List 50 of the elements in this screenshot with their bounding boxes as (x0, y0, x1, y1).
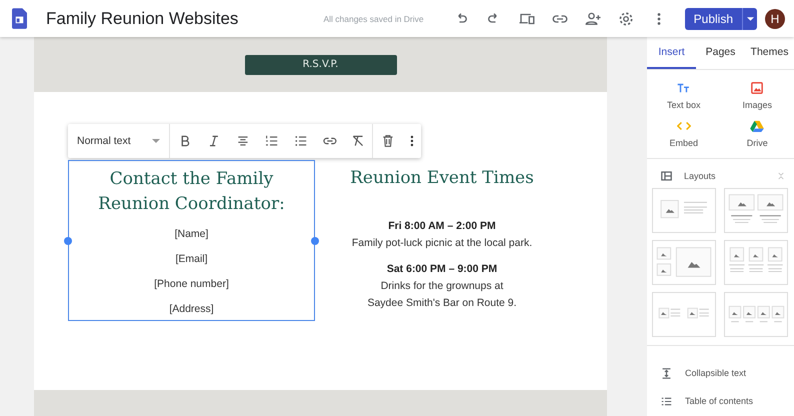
publish-button[interactable]: Publish (684, 8, 742, 30)
collapse-expand-icon (661, 368, 672, 378)
resize-handle[interactable] (64, 237, 72, 245)
placeholder-text: [Phone number] (153, 277, 230, 292)
layout-thumbnail[interactable] (724, 188, 788, 233)
sites-logo-icon (12, 8, 27, 29)
add-person-icon[interactable] (584, 10, 602, 28)
text-box-icon (676, 82, 691, 94)
bulleted-list-icon[interactable] (292, 133, 309, 149)
more-icon[interactable] (409, 133, 416, 149)
placeholder-text: [Email] (174, 252, 209, 267)
layouts-heading: Layouts (684, 171, 716, 181)
avatar[interactable]: H (765, 8, 785, 28)
layout-icon (661, 171, 672, 181)
resize-handle[interactable] (311, 237, 319, 245)
caret-icon (152, 139, 160, 143)
caret-icon (746, 16, 754, 20)
component-item[interactable]: Table of contents (647, 392, 754, 410)
panel-tab[interactable]: Insert (647, 37, 696, 69)
layout-thumbnail[interactable] (652, 292, 716, 337)
insert-item[interactable]: Drive (720, 118, 794, 150)
section-heading: Reunion Event Times (349, 167, 535, 190)
text-style-dropdown[interactable]: Normal text (68, 124, 170, 158)
insert-item[interactable]: Text box (647, 80, 720, 112)
settings-icon[interactable] (616, 10, 635, 28)
image-icon (750, 82, 764, 94)
component-item[interactable]: Collapsible text (647, 364, 746, 382)
panel-tab[interactable]: Pages (696, 37, 745, 69)
layout-thumbnail[interactable] (724, 292, 788, 337)
insert-item[interactable]: Images (720, 80, 794, 112)
event-time: Sat 6:00 PM – 9:00 PM (386, 262, 498, 277)
insert-item[interactable]: Embed (647, 118, 720, 150)
event-description: Family pot-luck picnic at the local park. (350, 236, 534, 251)
save-status: All changes saved in Drive (323, 14, 424, 24)
rsvp-button[interactable]: R.S.V.P. (244, 54, 396, 74)
list-icon (661, 396, 672, 406)
event-description: Drinks for the grownups at (380, 279, 504, 294)
code-brackets-icon (676, 120, 691, 132)
placeholder-text: [Address] (168, 302, 215, 317)
document-title[interactable]: Family Reunion Websites (46, 8, 238, 28)
layout-thumbnail[interactable] (652, 240, 716, 285)
placeholder-text: [Name] (174, 227, 210, 242)
event-description: Saydee Smith's Bar on Route 9. (366, 296, 518, 311)
triangle-logo-icon (750, 120, 764, 132)
layout-thumbnail[interactable] (652, 188, 716, 233)
event-time: Fri 8:00 AM – 2:00 PM (387, 219, 497, 234)
layout-thumbnail[interactable] (724, 240, 788, 285)
publish-menu-button[interactable] (742, 8, 757, 30)
panel-tab[interactable]: Themes (745, 37, 794, 69)
section-heading: Contact the Family Reunion Coordinator: (97, 168, 286, 216)
